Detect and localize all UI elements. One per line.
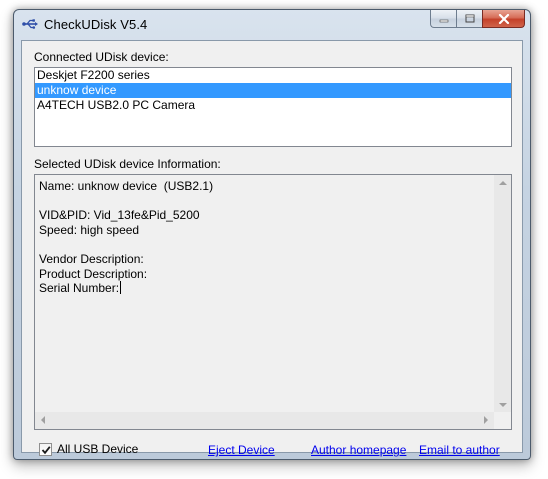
scroll-left-arrow-icon[interactable] — [41, 416, 45, 424]
eject-device-link[interactable]: Eject Device — [208, 443, 275, 457]
devices-label: Connected UDisk device: — [34, 50, 169, 64]
author-homepage-link[interactable]: Author homepage — [311, 443, 406, 457]
device-item[interactable]: A4TECH USB2.0 PC Camera — [35, 98, 511, 113]
minimize-icon — [439, 19, 448, 22]
email-author-link[interactable]: Email to author — [419, 443, 500, 457]
device-list[interactable]: Deskjet F2200 series unknow device A4TEC… — [34, 67, 512, 147]
info-line — [39, 194, 213, 209]
device-info-textarea[interactable]: Name: unknow device (USB2.1) VID&PID: Vi… — [34, 174, 512, 430]
info-line — [39, 237, 213, 252]
device-info-text: Name: unknow device (USB2.1) VID&PID: Vi… — [39, 179, 213, 296]
scroll-down-arrow-icon[interactable] — [499, 403, 507, 407]
checkmark-icon — [41, 445, 51, 454]
close-icon — [498, 13, 509, 24]
usb-icon — [22, 19, 38, 29]
info-line-last: Serial Number: — [39, 281, 213, 296]
close-button[interactable] — [482, 10, 525, 28]
text-caret — [120, 281, 122, 295]
scroll-right-arrow-icon[interactable] — [484, 416, 488, 424]
info-line: VID&PID: Vid_13fe&Pid_5200 — [39, 208, 200, 223]
maximize-button[interactable] — [456, 10, 482, 28]
info-line: Speed: high speed — [39, 222, 140, 237]
scrollbar-corner — [494, 412, 511, 429]
info-line: Name: unknow device (USB2.1) — [39, 179, 214, 193]
all-usb-label[interactable]: All USB Device — [57, 442, 138, 456]
scroll-up-arrow-icon[interactable] — [499, 181, 507, 185]
title-bar[interactable]: CheckUDisk V5.4 — [14, 10, 530, 40]
all-usb-checkbox[interactable] — [39, 443, 52, 456]
app-window: CheckUDisk V5.4 Connected UDisk device: … — [13, 9, 531, 460]
device-item-selected[interactable]: unknow device — [35, 83, 511, 98]
client-area: Connected UDisk device: Deskjet F2200 se… — [21, 40, 523, 457]
horizontal-scrollbar[interactable] — [35, 412, 494, 429]
window-title: CheckUDisk V5.4 — [44, 17, 148, 32]
device-item[interactable]: Deskjet F2200 series — [35, 68, 511, 83]
info-line: Serial Number: — [39, 281, 120, 296]
minimize-button[interactable] — [430, 10, 456, 28]
vertical-scrollbar[interactable] — [494, 175, 511, 413]
info-line: Vendor Description: — [39, 251, 144, 266]
info-label: Selected UDisk device Information: — [34, 157, 221, 171]
info-line: Product Description: — [39, 266, 148, 281]
maximize-icon — [465, 14, 474, 23]
caption-buttons — [430, 10, 525, 28]
